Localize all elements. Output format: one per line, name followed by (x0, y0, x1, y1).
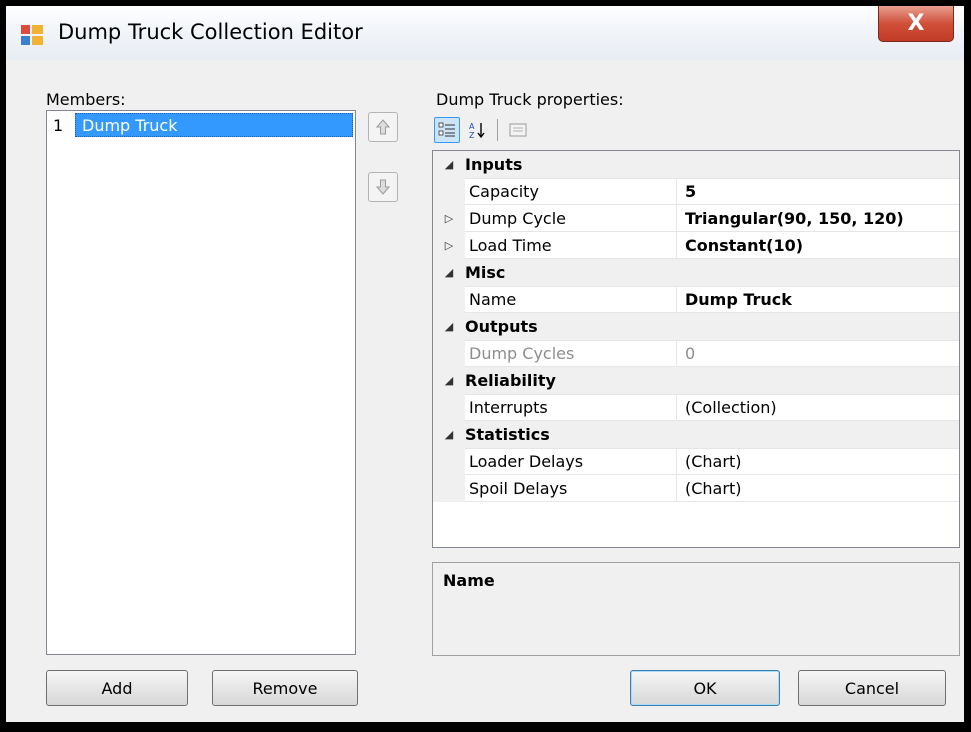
collapse-icon[interactable]: ◢ (433, 421, 465, 448)
description-title: Name (443, 571, 495, 590)
categorized-icon (438, 122, 455, 137)
properties-label: Dump Truck properties: (436, 90, 624, 109)
property-row[interactable]: Loader Delays (Chart) (433, 448, 959, 475)
category-label: Outputs (465, 317, 538, 336)
dialog-body: Members: 1 Dump Truck Dump Truck propert… (16, 60, 960, 716)
list-item[interactable]: 1 Dump Truck (49, 113, 353, 137)
property-row[interactable]: ▷ Dump Cycle Triangular(90, 150, 120) (433, 205, 959, 232)
collapse-icon[interactable]: ◢ (433, 151, 465, 178)
collapse-icon[interactable]: ◢ (433, 313, 465, 340)
property-name: Name (465, 286, 677, 313)
svg-text:Z: Z (469, 131, 475, 139)
category-label: Inputs (465, 155, 523, 174)
row-gutter (433, 286, 465, 313)
property-row[interactable]: ▷ Load Time Constant(10) (433, 232, 959, 259)
description-panel: Name (432, 562, 960, 656)
app-icon (21, 25, 43, 45)
row-gutter (433, 475, 465, 502)
property-pages-button[interactable] (505, 117, 531, 143)
move-up-button[interactable] (368, 112, 398, 142)
arrow-down-icon (376, 179, 390, 195)
property-name: Spoil Delays (465, 475, 677, 502)
arrow-up-icon (376, 119, 390, 135)
property-name: Dump Cycles (465, 340, 677, 367)
move-down-button[interactable] (368, 172, 398, 202)
property-name: Capacity (465, 178, 677, 205)
property-value[interactable]: (Chart) (677, 475, 959, 502)
property-name: Dump Cycle (465, 205, 677, 232)
property-value[interactable]: Dump Truck (677, 286, 959, 313)
property-row[interactable]: Capacity 5 (433, 178, 959, 205)
close-button[interactable]: X (878, 6, 954, 42)
category-label: Statistics (465, 425, 550, 444)
member-name[interactable]: Dump Truck (75, 113, 353, 137)
category-row-reliability[interactable]: ◢ Reliability (433, 367, 959, 395)
expand-icon[interactable]: ▷ (433, 232, 465, 259)
property-grid-toolbar: A Z (434, 116, 531, 144)
property-value: 0 (677, 340, 959, 367)
row-gutter (433, 178, 465, 205)
property-row[interactable]: Name Dump Truck (433, 286, 959, 313)
members-list[interactable]: 1 Dump Truck (46, 110, 356, 655)
category-row-inputs[interactable]: ◢ Inputs (433, 151, 959, 179)
expand-icon[interactable]: ▷ (433, 205, 465, 232)
category-label: Misc (465, 263, 506, 282)
cancel-button[interactable]: Cancel (798, 670, 946, 706)
property-value[interactable]: Triangular(90, 150, 120) (677, 205, 959, 232)
close-icon: X (907, 11, 925, 36)
member-index: 1 (53, 115, 64, 135)
category-row-outputs[interactable]: ◢ Outputs (433, 313, 959, 341)
category-row-misc[interactable]: ◢ Misc (433, 259, 959, 287)
category-label: Reliability (465, 371, 556, 390)
categorized-button[interactable] (434, 117, 460, 143)
svg-text:A: A (469, 122, 475, 131)
ok-button[interactable]: OK (630, 670, 780, 706)
property-pages-icon (509, 123, 527, 137)
window-title: Dump Truck Collection Editor (58, 20, 363, 44)
property-value[interactable]: Constant(10) (677, 232, 959, 259)
property-value[interactable]: (Chart) (677, 448, 959, 475)
members-label: Members: (46, 90, 126, 109)
row-gutter (433, 394, 465, 421)
title-bar[interactable]: Dump Truck Collection Editor X (6, 6, 964, 60)
collapse-icon[interactable]: ◢ (433, 367, 465, 394)
category-row-statistics[interactable]: ◢ Statistics (433, 421, 959, 449)
property-row[interactable]: Interrupts (Collection) (433, 394, 959, 421)
row-gutter (433, 448, 465, 475)
property-value[interactable]: (Collection) (677, 394, 959, 421)
remove-button[interactable]: Remove (212, 670, 358, 706)
property-row[interactable]: Spoil Delays (Chart) (433, 475, 959, 502)
property-name: Loader Delays (465, 448, 677, 475)
collapse-icon[interactable]: ◢ (433, 259, 465, 286)
alphabetical-icon: A Z (469, 122, 485, 139)
property-value[interactable]: 5 (677, 178, 959, 205)
row-gutter (433, 340, 465, 367)
property-name: Load Time (465, 232, 677, 259)
property-grid[interactable]: ◢ Inputs Capacity 5 ▷ Dump Cycle Triangu… (432, 150, 960, 548)
property-row[interactable]: Dump Cycles 0 (433, 340, 959, 367)
property-name: Interrupts (465, 394, 677, 421)
add-button[interactable]: Add (46, 670, 188, 706)
toolbar-separator (497, 119, 498, 141)
collection-editor-window: Dump Truck Collection Editor X Members: … (6, 6, 964, 722)
alphabetical-button[interactable]: A Z (464, 117, 490, 143)
